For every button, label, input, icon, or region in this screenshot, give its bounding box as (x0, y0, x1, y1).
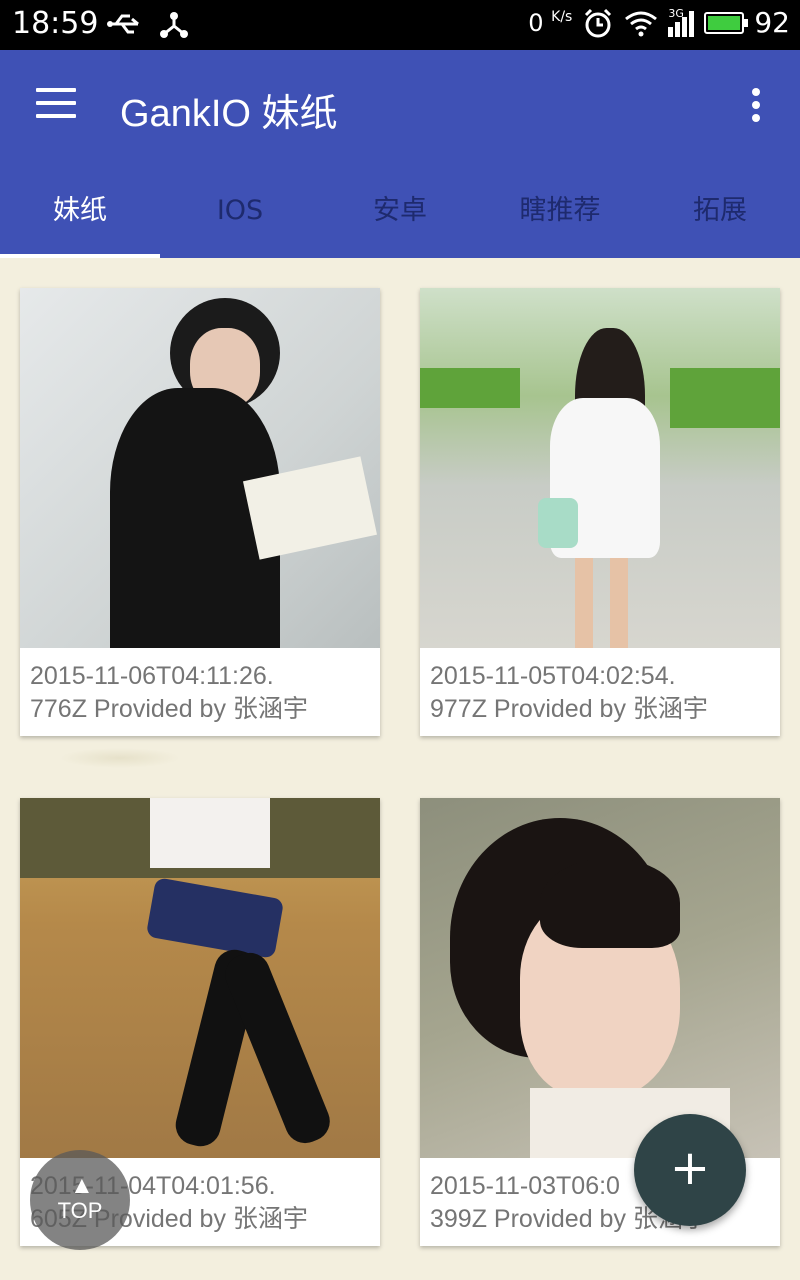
photo-caption: 2015-11-06T04:11:26. 776Z Provided by 张涵… (30, 662, 308, 723)
photo-image (420, 798, 780, 1158)
tab-meizhi[interactable]: 妹纸 (0, 168, 160, 258)
battery-level: 92 (754, 6, 790, 39)
status-left-icons (106, 8, 190, 40)
tab-bar: 妹纸 IOS 安卓 瞎推荐 拓展 (0, 168, 800, 258)
signal-icon: 3G (668, 7, 695, 37)
menu-icon[interactable] (36, 88, 76, 122)
scroll-top-button[interactable]: ▲ TOP (30, 1150, 130, 1250)
share-icon (160, 12, 188, 38)
photo-card[interactable]: 2015-11-06T04:11:26. 776Z Provided by 张涵… (20, 288, 380, 736)
wifi-icon (625, 11, 658, 36)
tab-extension[interactable]: 拓展 (640, 168, 800, 258)
app-toolbar: GankIO 妹纸 妹纸 IOS 安卓 瞎推荐 拓展 (0, 50, 800, 258)
battery-icon (704, 11, 749, 34)
status-bar: 18:59 0 K/s 3G 92 (0, 0, 800, 50)
usb-icon (107, 14, 139, 34)
more-options-icon[interactable] (744, 88, 768, 126)
photo-caption: 2015-11-05T04:02:54. 977Z Provided by 张涵… (430, 662, 708, 723)
status-right-icons: 0 K/s 3G 92 (528, 6, 790, 39)
photo-image (20, 288, 380, 648)
app-title: GankIO 妹纸 (120, 93, 338, 135)
status-time: 18:59 (12, 6, 99, 41)
add-fab-button[interactable]: + (634, 1114, 746, 1226)
tab-recommend[interactable]: 瞎推荐 (480, 168, 640, 258)
network-speed: 0 K/s (528, 8, 573, 37)
photo-image (420, 288, 780, 648)
tab-android[interactable]: 安卓 (320, 168, 480, 258)
photo-card[interactable]: 2015-11-05T04:02:54. 977Z Provided by 张涵… (420, 288, 780, 736)
arrow-up-icon: ▲ (70, 1172, 94, 1199)
alarm-icon (585, 8, 612, 37)
photo-image (20, 798, 380, 1158)
tab-ios[interactable]: IOS (160, 168, 320, 258)
